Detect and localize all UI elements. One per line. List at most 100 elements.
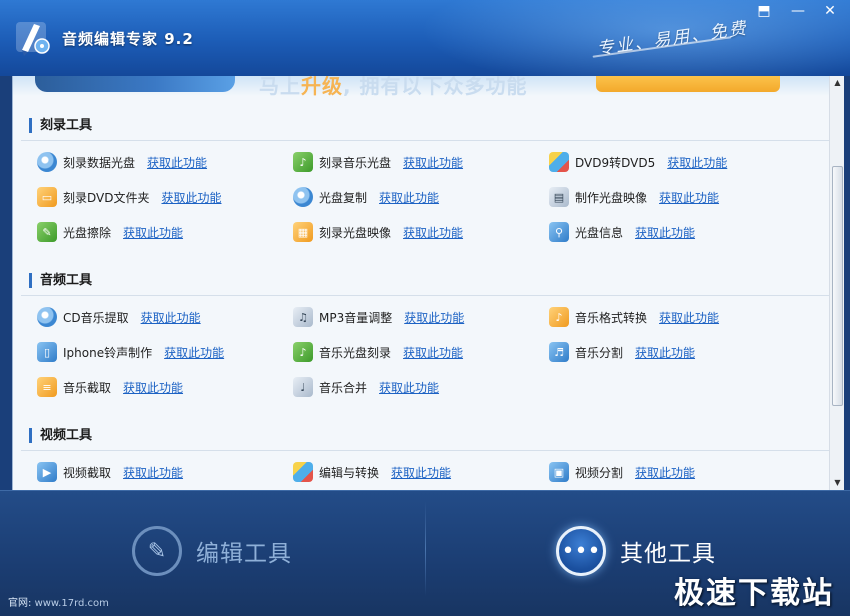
- get-feature-link[interactable]: 获取此功能: [161, 189, 221, 206]
- feature-name: 音乐格式转换: [575, 310, 648, 325]
- feature-name: 音乐截取: [63, 380, 112, 395]
- feature-name: DVD9转DVD5: [575, 155, 656, 170]
- feature-item[interactable]: ≡ 音乐截取 获取此功能: [37, 375, 183, 399]
- burn-image-icon: ▦: [293, 222, 313, 242]
- feature-item[interactable]: 刻录数据光盘 获取此功能: [37, 150, 207, 174]
- feature-name: 编辑与转换: [319, 465, 380, 480]
- get-feature-link[interactable]: 获取此功能: [147, 154, 207, 171]
- get-feature-link[interactable]: 获取此功能: [403, 344, 463, 361]
- get-feature-link[interactable]: 获取此功能: [164, 344, 224, 361]
- iphone-icon: ▯: [37, 342, 57, 362]
- feature-name: 视频分割: [575, 465, 624, 480]
- website-label: 官网:: [8, 598, 32, 609]
- get-feature-link[interactable]: 获取此功能: [123, 224, 183, 241]
- website-url[interactable]: www.17rd.com: [35, 598, 109, 609]
- get-feature-link[interactable]: 获取此功能: [404, 309, 464, 326]
- feature-name: 刻录DVD文件夹: [63, 190, 150, 205]
- section-title-video: 视频工具: [29, 428, 92, 443]
- feature-item[interactable]: ▤ 制作光盘映像 获取此功能: [549, 185, 719, 209]
- feature-item[interactable]: ♬ 音乐分割 获取此功能: [549, 340, 695, 364]
- feature-item[interactable]: ♫ MP3音量调整 获取此功能: [293, 305, 464, 329]
- feature-name: 音乐分割: [575, 345, 624, 360]
- get-feature-link[interactable]: 获取此功能: [667, 154, 727, 171]
- tab-divider: [425, 501, 426, 596]
- feature-item[interactable]: ♪ 音乐格式转换 获取此功能: [549, 305, 719, 329]
- get-feature-link[interactable]: 获取此功能: [659, 309, 719, 326]
- get-feature-link[interactable]: 获取此功能: [659, 189, 719, 206]
- app-logo-icon: [16, 22, 50, 56]
- dvd-convert-icon: [549, 152, 569, 172]
- feature-name: 制作光盘映像: [575, 190, 648, 205]
- feature-item[interactable]: ▭ 刻录DVD文件夹 获取此功能: [37, 185, 222, 209]
- feature-item[interactable]: CD音乐提取 获取此功能: [37, 305, 201, 329]
- upgrade-button[interactable]: [596, 76, 780, 92]
- feature-name: MP3音量调整: [319, 310, 393, 325]
- scroll-up-icon[interactable]: ▲: [830, 76, 845, 90]
- website-info: 官网: www.17rd.com: [8, 594, 109, 609]
- restore-button[interactable]: —: [786, 2, 810, 20]
- banner-text: 马上升级, 拥有以下众多功能: [259, 76, 528, 96]
- feature-panel: 马上升级, 拥有以下众多功能 刻录工具 刻录数据光盘 获取此功能 ♪ 刻录音乐光…: [12, 76, 844, 490]
- feature-item[interactable]: 光盘复制 获取此功能: [293, 185, 439, 209]
- feature-item[interactable]: ♪ 刻录音乐光盘 获取此功能: [293, 150, 463, 174]
- get-feature-link[interactable]: 获取此功能: [123, 379, 183, 396]
- vertical-scrollbar[interactable]: ▲ ▼: [829, 76, 844, 490]
- disc-erase-icon: ✎: [37, 222, 57, 242]
- disc-data-icon: [37, 152, 57, 172]
- get-feature-link[interactable]: 获取此功能: [635, 464, 695, 481]
- video-split-icon: ▣: [549, 462, 569, 482]
- feature-item[interactable]: ▣ 视频分割 获取此功能: [549, 460, 695, 484]
- banner-disc-graphic: [35, 76, 235, 92]
- video-cut-icon: ▶: [37, 462, 57, 482]
- window-title: 音频编辑专家 9.2: [62, 30, 194, 48]
- feature-name: 刻录数据光盘: [63, 155, 136, 170]
- music-split-icon: ♬: [549, 342, 569, 362]
- feature-name: Iphone铃声制作: [63, 345, 153, 360]
- feature-name: 光盘信息: [575, 225, 624, 240]
- banner-text-suffix: , 拥有以下众多功能: [343, 76, 528, 96]
- get-feature-link[interactable]: 获取此功能: [403, 154, 463, 171]
- feature-item[interactable]: ⚲ 光盘信息 获取此功能: [549, 220, 695, 244]
- feature-item[interactable]: ▯ Iphone铃声制作 获取此功能: [37, 340, 224, 364]
- get-feature-link[interactable]: 获取此功能: [123, 464, 183, 481]
- watermark-text: 极速下载站: [674, 576, 834, 611]
- disc-image-icon: ▤: [549, 187, 569, 207]
- feature-name: 音乐合并: [319, 380, 368, 395]
- title-bar: 音频编辑专家 9.2 专业、易用、免费 ⬒ — ✕: [0, 0, 850, 76]
- section-divider: [21, 140, 829, 141]
- get-feature-link[interactable]: 获取此功能: [391, 464, 451, 481]
- banner-text-prefix: 马上: [259, 76, 301, 96]
- feature-name: 光盘擦除: [63, 225, 112, 240]
- get-feature-link[interactable]: 获取此功能: [379, 379, 439, 396]
- section-title-burn: 刻录工具: [29, 118, 92, 133]
- feature-item[interactable]: ♪ 音乐光盘刻录 获取此功能: [293, 340, 463, 364]
- get-feature-link[interactable]: 获取此功能: [635, 224, 695, 241]
- music-convert-icon: ♪: [549, 307, 569, 327]
- section-divider: [21, 450, 829, 451]
- feature-item[interactable]: 编辑与转换 获取此功能: [293, 460, 451, 484]
- minimize-button[interactable]: ⬒: [752, 2, 776, 20]
- tab-label: 编辑工具: [196, 541, 292, 567]
- scroll-thumb[interactable]: [832, 166, 843, 406]
- get-feature-link[interactable]: 获取此功能: [141, 309, 201, 326]
- tab-label: 其他工具: [620, 541, 716, 567]
- feature-item[interactable]: ✎ 光盘擦除 获取此功能: [37, 220, 183, 244]
- disc-info-icon: ⚲: [549, 222, 569, 242]
- feature-item[interactable]: ♩ 音乐合并 获取此功能: [293, 375, 439, 399]
- music-cut-icon: ≡: [37, 377, 57, 397]
- feature-name: 音乐光盘刻录: [319, 345, 392, 360]
- close-button[interactable]: ✕: [818, 2, 842, 20]
- feature-item[interactable]: DVD9转DVD5 获取此功能: [549, 150, 727, 174]
- dvd-folder-icon: ▭: [37, 187, 57, 207]
- music-burn-icon: ♪: [293, 342, 313, 362]
- get-feature-link[interactable]: 获取此功能: [635, 344, 695, 361]
- video-edit-icon: [293, 462, 313, 482]
- get-feature-link[interactable]: 获取此功能: [403, 224, 463, 241]
- tab-edit-tools[interactable]: ✎ 编辑工具: [132, 501, 292, 601]
- upgrade-banner[interactable]: 马上升级, 拥有以下众多功能: [13, 76, 844, 96]
- feature-item[interactable]: ▶ 视频截取 获取此功能: [37, 460, 183, 484]
- get-feature-link[interactable]: 获取此功能: [379, 189, 439, 206]
- feature-item[interactable]: ▦ 刻录光盘映像 获取此功能: [293, 220, 463, 244]
- feature-name: 刻录光盘映像: [319, 225, 392, 240]
- scroll-down-icon[interactable]: ▼: [830, 476, 845, 490]
